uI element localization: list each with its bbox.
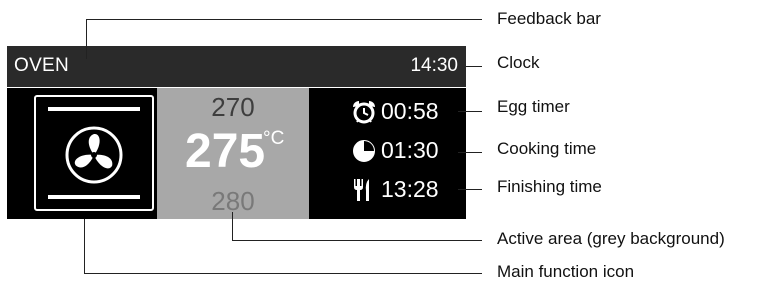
- callout-clock: Clock: [497, 53, 540, 72]
- callout-finishing-time: Finishing time: [497, 177, 602, 196]
- egg-timer-value: 00:58: [381, 98, 439, 124]
- temperature-next[interactable]: 280: [157, 186, 309, 217]
- callout-line-feedback-bar-h: [86, 19, 482, 20]
- callout-line-egg-timer: [458, 111, 482, 112]
- callout-line-main-function-h: [84, 273, 482, 274]
- temperature-current: 275: [185, 125, 266, 178]
- callout-egg-timer: Egg timer: [497, 97, 570, 116]
- pie-timer-icon: [353, 140, 375, 162]
- callout-feedback-bar: Feedback bar: [497, 9, 601, 28]
- callout-line-clock: [466, 66, 482, 67]
- alarm-clock-icon: [353, 101, 375, 124]
- callout-line-active-area-v: [232, 212, 233, 241]
- temperature-previous[interactable]: 270: [157, 92, 309, 123]
- callout-line-finishing-time: [458, 189, 482, 190]
- active-area[interactable]: 270 275 °C 280: [157, 88, 309, 219]
- callout-line-feedback-bar-v: [86, 19, 87, 59]
- callout-line-cooking-time: [458, 152, 482, 153]
- fork-knife-icon: [354, 179, 369, 201]
- main-function-icon[interactable]: [34, 95, 154, 211]
- feedback-bar: OVEN 14:30: [7, 46, 466, 87]
- top-heater-bar: [48, 107, 140, 111]
- finishing-time-value: 13:28: [381, 176, 439, 202]
- callout-active-area: Active area (grey background): [497, 229, 725, 248]
- clock: 14:30: [410, 55, 458, 76]
- cooking-time-value: 01:30: [381, 137, 439, 163]
- mode-label: OVEN: [14, 55, 70, 76]
- fan-icon: [65, 126, 123, 184]
- callout-line-main-function-v: [84, 219, 85, 274]
- callout-cooking-time: Cooking time: [497, 139, 597, 158]
- oven-display: 270 275 °C 280 00:58 01:30 13:28: [7, 88, 466, 219]
- callout-line-active-area-h: [232, 240, 482, 241]
- temperature-unit: °C: [263, 128, 285, 149]
- callout-main-function-icon: Main function icon: [497, 262, 635, 281]
- bottom-heater-bar: [48, 195, 140, 199]
